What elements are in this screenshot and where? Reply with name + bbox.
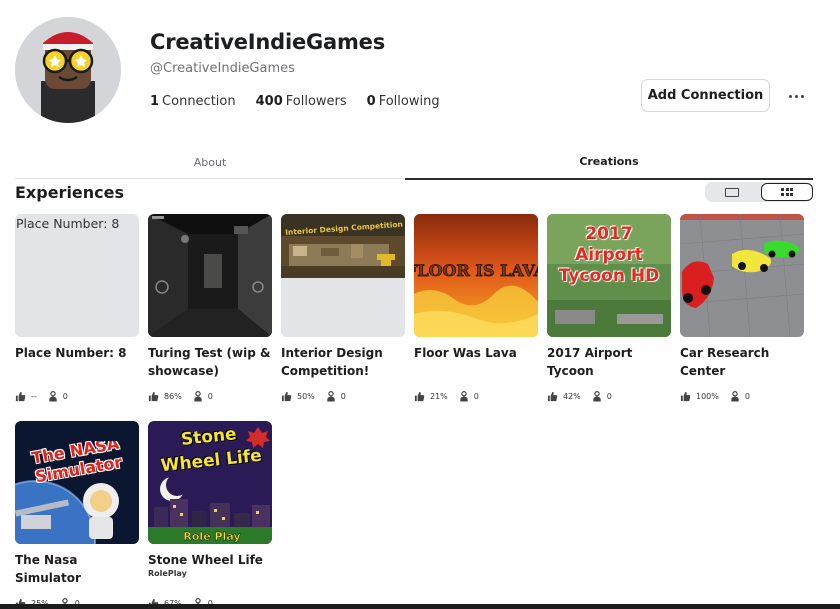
thumbnail-title-text: Stone Wheel Life <box>159 425 263 477</box>
thumbnail-alt-text: Place Number: 8 <box>16 216 120 231</box>
following-count: 0 <box>366 94 376 109</box>
person-icon <box>49 391 57 402</box>
person-icon <box>593 391 601 402</box>
grid-view-icon[interactable] <box>761 183 813 201</box>
experience-name[interactable]: Place Number: 8 <box>15 344 139 362</box>
thumbs-up-icon <box>414 391 425 402</box>
connections-label: Connection <box>162 94 236 109</box>
more-horizontal-icon[interactable] <box>783 86 809 106</box>
turing-test-thumbnail-image <box>148 214 272 337</box>
view-toggle <box>705 182 813 202</box>
avatar-image <box>15 17 121 123</box>
experience-thumbnail[interactable] <box>148 214 272 337</box>
list-view-icon[interactable] <box>705 182 759 202</box>
thumbs-up-icon <box>148 391 159 402</box>
thumbs-up-icon <box>680 391 691 402</box>
interior-design-thumbnail-image: Interior Design Competition <box>281 214 405 337</box>
experience-thumbnail[interactable]: FLOOR IS LAVA <box>414 214 538 337</box>
experience-name[interactable]: Floor Was Lava <box>414 344 538 362</box>
experience-stats: 42% 0 <box>547 391 612 402</box>
rating-value: 86% <box>164 392 182 401</box>
profile-username: @CreativeIndieGames <box>150 61 295 76</box>
players-stat: 0 <box>326 391 346 402</box>
players-value: 0 <box>473 392 479 401</box>
experience-stats: 21% 0 <box>414 391 479 402</box>
players-stat: 0 <box>459 391 479 402</box>
experience-thumbnail[interactable]: 2017 Airport Tycoon HD <box>547 214 671 337</box>
car-research-thumbnail-image <box>680 214 804 337</box>
experience-thumbnail[interactable]: Stone Wheel Life Role Play <box>148 421 272 544</box>
players-stat: 0 <box>48 391 68 402</box>
experience-subtitle: RolePlay <box>148 569 187 578</box>
experience-name[interactable]: Interior Design Competition! <box>281 344 405 380</box>
profile-stats: 1 Connection 400 Followers 0 Following <box>150 94 460 109</box>
experience-name[interactable]: Car Research Center <box>680 344 804 380</box>
experience-name[interactable]: 2017 Airport Tycoon <box>547 344 671 380</box>
experience-name[interactable]: Turing Test (wip & showcase) <box>148 344 272 380</box>
experience-stats: 50% 0 <box>281 391 346 402</box>
floor-lava-thumbnail-image: FLOOR IS LAVA <box>414 214 538 337</box>
person-icon <box>460 391 468 402</box>
thumbnail-title-text: The NASA Simulator <box>30 441 124 487</box>
followers-label: Followers <box>285 94 347 109</box>
players-value: 0 <box>340 392 346 401</box>
rating-value: 100% <box>696 392 719 401</box>
following-label: Following <box>378 94 440 109</box>
thumbs-up-icon <box>15 391 26 402</box>
profile-tabs: About Creations <box>15 145 813 180</box>
experience-thumbnail[interactable]: Interior Design Competition <box>281 214 405 337</box>
players-value: 0 <box>606 392 612 401</box>
players-value: 0 <box>62 392 68 401</box>
tab-about[interactable]: About <box>15 145 405 179</box>
players-value: 0 <box>207 392 213 401</box>
experience-stats: -- 0 <box>15 391 68 402</box>
thumbnail-title-text: 2017 Airport Tycoon HD <box>558 224 660 286</box>
connections-link[interactable]: 1 Connection <box>150 94 236 109</box>
thumbs-up-icon <box>547 391 558 402</box>
connections-count: 1 <box>150 94 160 109</box>
players-stat: 0 <box>193 391 213 402</box>
profile-display-name: CreativeIndieGames <box>150 30 386 54</box>
rating-value: -- <box>31 392 37 401</box>
followers-count: 400 <box>255 94 283 109</box>
experience-thumbnail[interactable]: The NASA Simulator <box>15 421 139 544</box>
rating-value: 21% <box>430 392 448 401</box>
experience-name[interactable]: Stone Wheel Life <box>148 551 272 569</box>
thumbnail-title-text: FLOOR IS LAVA <box>414 261 538 280</box>
experience-thumbnail[interactable] <box>680 214 804 337</box>
thumbs-up-icon <box>281 391 292 402</box>
window-bottom-edge <box>0 604 840 609</box>
players-value: 0 <box>744 392 750 401</box>
person-icon <box>194 391 202 402</box>
followers-link[interactable]: 400 Followers <box>256 94 347 109</box>
airport-tycoon-thumbnail-image: 2017 Airport Tycoon HD <box>547 214 671 337</box>
rating-value: 42% <box>563 392 581 401</box>
experience-stats: 100% 0 <box>680 391 750 402</box>
rating-value: 50% <box>297 392 315 401</box>
players-stat: 0 <box>592 391 612 402</box>
nasa-simulator-thumbnail-image: The NASA Simulator <box>15 421 139 544</box>
experience-thumbnail[interactable]: Place Number: 8 <box>15 214 139 337</box>
tab-creations[interactable]: Creations <box>405 145 813 180</box>
following-link[interactable]: 0 Following <box>367 94 440 109</box>
avatar[interactable] <box>15 17 121 123</box>
experience-name[interactable]: The Nasa Simulator <box>15 551 139 587</box>
players-stat: 0 <box>730 391 750 402</box>
person-icon <box>327 391 335 402</box>
stone-wheel-life-thumbnail-image: Stone Wheel Life Role Play <box>148 421 272 544</box>
thumbnail-badge-text: Role Play <box>183 530 240 543</box>
person-icon <box>731 391 739 402</box>
experience-stats: 86% 0 <box>148 391 213 402</box>
section-title: Experiences <box>15 183 125 202</box>
add-connection-button[interactable]: Add Connection <box>641 79 770 112</box>
